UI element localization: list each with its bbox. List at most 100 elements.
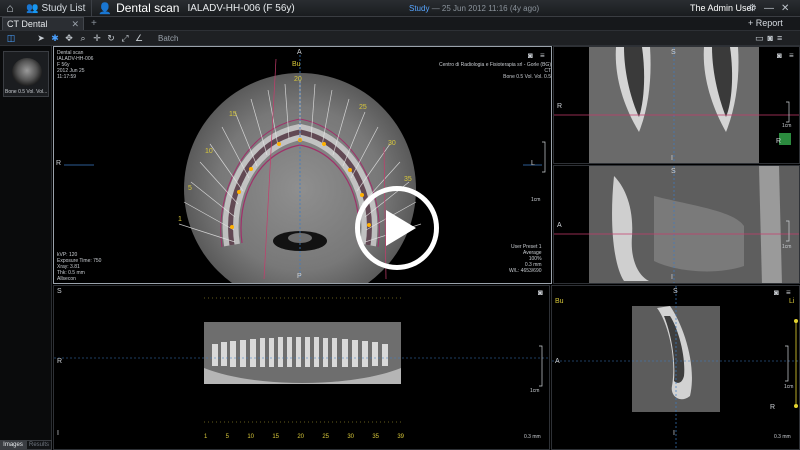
- axial-info-bl: kVP: 120 Exposure Time: 750 Xray: 3.81 Thk:…: [57, 252, 102, 282]
- study-list-button[interactable]: 👥 Study List: [20, 0, 93, 17]
- modality-label: Dental scan: [116, 1, 180, 15]
- panoramic-image: [54, 297, 549, 423]
- orient-top: A: [297, 49, 302, 56]
- window-level-icon[interactable]: ✱: [48, 32, 62, 45]
- cs1-scale: 1cm: [782, 123, 792, 129]
- pano-number: 30: [388, 140, 396, 147]
- camera-icon[interactable]: ◙: [777, 51, 782, 60]
- sag-bu: Bu: [555, 298, 564, 305]
- series-panel: Bone 0.5 Vol. Vol... Images Results: [0, 46, 52, 450]
- crosshair-icon[interactable]: ✛: [90, 32, 104, 45]
- sag-bottom: I: [673, 430, 675, 437]
- sag-mark: R: [770, 404, 776, 411]
- home-icon[interactable]: ⌂: [0, 0, 20, 17]
- report-button[interactable]: + Report: [748, 18, 783, 28]
- close-tab-icon[interactable]: ✕: [71, 19, 79, 30]
- cross-section-2-image: [554, 166, 799, 283]
- menu-icon[interactable]: ≡: [777, 33, 782, 44]
- cs1-left: R: [557, 103, 563, 110]
- pano-number: 35: [404, 176, 412, 183]
- axial-scale: 1cm: [531, 197, 541, 203]
- axial-info-tl: Dental scan IALADV-HH-006 F 56y 2012 Jun 25…: [57, 50, 94, 80]
- pano-number: 1: [178, 216, 182, 223]
- patient-title: 👤 Dental scan IALADV-HH-006 (F 56y): [92, 1, 294, 15]
- camera-icon[interactable]: ◙: [774, 288, 779, 297]
- toolbar: ◫ ➤ ✱ ✥ ⌕ ✛ ↻ ⤢ ∠ Batch ▭ ◙ ≡: [0, 31, 800, 46]
- new-tab-button[interactable]: +: [91, 18, 97, 29]
- pano-ruler: 1 5 10 15 20 25 30 35 39: [204, 434, 404, 440]
- sag-scale: 1cm: [784, 384, 794, 390]
- tab-ct-dental[interactable]: CT Dental ✕: [2, 17, 84, 30]
- patient-id: IALADV-HH-006 (F 56y): [187, 2, 295, 14]
- user-icon: 👤: [98, 2, 113, 15]
- axial-viewport[interactable]: 1 5 10 15 20 25 30 35 Dental scan IALADV-…: [53, 46, 552, 284]
- fullscreen-icon[interactable]: ▭: [755, 33, 764, 44]
- cs2-bottom: I: [671, 274, 673, 281]
- camera-icon[interactable]: ◙: [538, 288, 543, 297]
- viewport-menu-icon[interactable]: ≡: [786, 288, 791, 297]
- pano-number: 10: [205, 148, 213, 155]
- pano-scale-value: 0.3 mm: [524, 434, 541, 440]
- rotate-icon[interactable]: ↻: [104, 32, 118, 45]
- study-date: — 25 Jun 2012 11:16 (4y ago): [431, 3, 540, 13]
- pano-number: 5: [188, 185, 192, 192]
- pano-bottom: I: [57, 430, 59, 437]
- minimize-icon[interactable]: —: [764, 3, 774, 14]
- tab-images[interactable]: Images: [0, 440, 26, 450]
- orient-left: R: [56, 160, 62, 167]
- user-name[interactable]: The Admin User: [690, 3, 755, 13]
- sag-li: Li: [789, 298, 795, 305]
- study-list-label: Study List: [41, 2, 86, 14]
- snapshot-icon[interactable]: ◙: [768, 33, 773, 44]
- study-link[interactable]: Study: [409, 4, 429, 13]
- top-bar: ⌂ 👥 Study List 👤 Dental scan IALADV-HH-0…: [0, 0, 800, 17]
- sagittal-image: [552, 286, 799, 449]
- sag-scale-value: 0.3 mm: [774, 434, 791, 440]
- close-icon[interactable]: ✕: [781, 3, 789, 14]
- camera-icon[interactable]: ◙: [528, 51, 533, 60]
- measure-icon[interactable]: ⤢: [118, 32, 132, 45]
- cs1-bottom: I: [671, 155, 673, 162]
- zoom-icon[interactable]: ⌕: [76, 32, 90, 45]
- series-thumbnail[interactable]: Bone 0.5 Vol. Vol...: [3, 51, 49, 97]
- thumbnail-label: Bone 0.5 Vol. Vol...: [5, 89, 48, 95]
- orient-right: L: [531, 160, 535, 167]
- settings-icon[interactable]: ⚙: [748, 3, 757, 14]
- axial-info-tr: Centro di Radiologia e Fisioterapia srl …: [439, 62, 551, 80]
- people-icon: 👥: [26, 2, 39, 14]
- panoramic-viewport[interactable]: S R I 1cm 0.3 mm 1 5 10 15 20 25 30 35 39 ◙: [53, 285, 550, 450]
- pano-number: 15: [229, 111, 237, 118]
- play-icon[interactable]: [355, 186, 439, 270]
- cross-section-2-viewport[interactable]: S A I 1cm: [553, 165, 800, 284]
- pano-number: 20: [294, 76, 302, 83]
- sag-top: S: [673, 288, 678, 295]
- cs2-top: S: [671, 168, 676, 175]
- cs2-left: A: [557, 222, 562, 229]
- batch-button[interactable]: Batch: [158, 34, 178, 43]
- cs1-top: S: [671, 49, 676, 56]
- pano-scale: 1cm: [530, 388, 540, 394]
- pointer-icon[interactable]: ➤: [34, 32, 48, 45]
- axial-image: 1 5 10 15 20 25 30 35: [64, 55, 546, 283]
- layout-icon[interactable]: ◫: [4, 32, 18, 45]
- cross-section-1-viewport[interactable]: S R I 1cm R ◙ ≡: [553, 46, 800, 164]
- viewport-menu-icon[interactable]: ≡: [540, 51, 545, 60]
- cross-section-1-image: [554, 47, 799, 163]
- cs2-scale: 1cm: [782, 244, 792, 250]
- tab-label: CT Dental: [7, 19, 48, 29]
- play-triangle: [386, 210, 416, 246]
- sagittal-viewport[interactable]: S Bu Li A I 1cm R 0.3 mm ◙ ≡: [551, 285, 800, 450]
- pano-top: S: [57, 288, 62, 295]
- tab-results[interactable]: Results: [26, 440, 52, 450]
- thumbnail-image: [12, 58, 42, 86]
- orient-bu: Bu: [292, 61, 301, 68]
- axial-info-br: User Preset 1 Average 100% 0.3 mm W/L: 4653/…: [509, 244, 542, 274]
- cs1-mark: R: [776, 138, 782, 145]
- pan-icon[interactable]: ✥: [62, 32, 76, 45]
- viewport-menu-icon[interactable]: ≡: [789, 51, 794, 60]
- study-info: Study — 25 Jun 2012 11:16 (4y ago): [409, 4, 539, 13]
- pano-left: R: [57, 358, 63, 365]
- angle-icon[interactable]: ∠: [132, 32, 146, 45]
- pano-number: 25: [359, 104, 367, 111]
- sag-left: A: [555, 358, 560, 365]
